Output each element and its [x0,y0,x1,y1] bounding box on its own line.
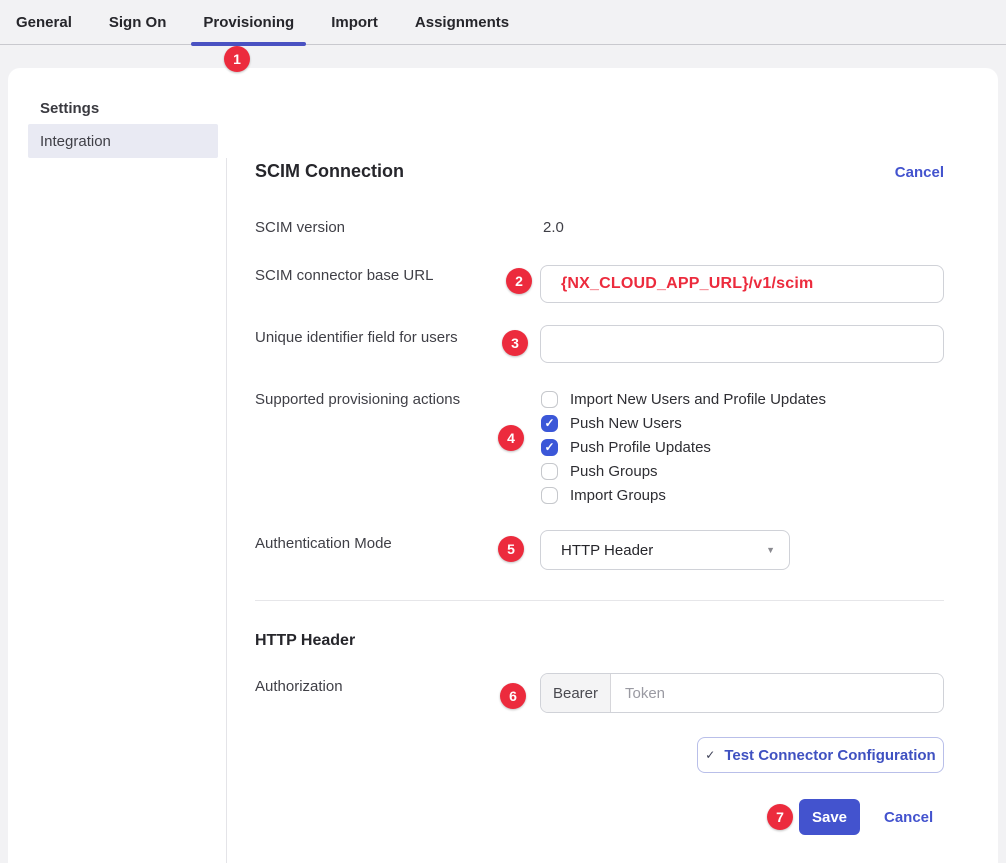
checkbox-label: Push Profile Updates [570,439,711,456]
step-badge-5: 5 [498,536,524,562]
check-icon: ✓ [705,748,715,762]
checkbox-label: Push New Users [570,415,682,432]
unique-id-label: Unique identifier field for users [255,329,458,346]
base-url-label: SCIM connector base URL [255,267,433,284]
action-row: ✓ Import Groups [541,483,666,507]
sidebar-item-integration[interactable]: Integration [28,124,218,158]
section-divider [255,600,944,601]
checkbox-import-groups[interactable]: ✓ [541,487,558,504]
test-connector-button[interactable]: ✓ Test Connector Configuration [697,737,944,773]
step-badge-1: 1 [224,46,250,72]
test-connector-label: Test Connector Configuration [724,747,935,764]
save-button[interactable]: Save [799,799,860,835]
checkbox-label: Import New Users and Profile Updates [570,391,826,408]
action-row: ✓ Push Groups [541,459,658,483]
base-url-value: {NX_CLOUD_APP_URL}/v1/scim [555,275,813,293]
chevron-down-icon: ▼ [766,545,775,555]
base-url-input[interactable]: {NX_CLOUD_APP_URL}/v1/scim [540,265,944,303]
checkbox-push-profile-updates[interactable]: ✓ [541,439,558,456]
authorization-label: Authorization [255,678,343,695]
page: General Sign On Provisioning Import Assi… [0,0,1006,863]
checkbox-label: Push Groups [570,463,658,480]
auth-mode-label: Authentication Mode [255,535,392,552]
page-title: SCIM Connection [255,161,404,182]
step-badge-2: 2 [506,268,532,294]
action-row: ✓ Push Profile Updates [541,435,711,459]
auth-mode-value: HTTP Header [561,542,653,559]
tab-sign-on[interactable]: Sign On [109,0,167,45]
sidebar-section-settings: Settings [40,100,99,117]
step-badge-4: 4 [498,425,524,451]
tab-provisioning[interactable]: Provisioning [203,0,294,45]
check-icon: ✓ [544,417,554,429]
check-icon: ✓ [544,441,554,453]
step-badge-3: 3 [502,330,528,356]
action-row: ✓ Push New Users [541,411,682,435]
checkbox-push-groups[interactable]: ✓ [541,463,558,480]
tab-assignments[interactable]: Assignments [415,0,509,45]
authorization-input-group: Bearer [540,673,944,713]
http-header-title: HTTP Header [255,632,355,650]
tab-import[interactable]: Import [331,0,378,45]
cancel-link-top[interactable]: Cancel [744,164,944,181]
bearer-prefix: Bearer [541,674,611,712]
step-badge-6: 6 [500,683,526,709]
action-row: ✓ Import New Users and Profile Updates [541,387,826,411]
scim-version-label: SCIM version [255,219,345,236]
checkbox-push-new-users[interactable]: ✓ [541,415,558,432]
scim-version-value: 2.0 [543,219,564,236]
actions-label: Supported provisioning actions [255,391,460,408]
checkbox-import-new-users[interactable]: ✓ [541,391,558,408]
step-badge-7: 7 [767,804,793,830]
auth-mode-select[interactable]: HTTP Header ▼ [540,530,790,570]
cancel-link-bottom[interactable]: Cancel [884,809,933,826]
token-input[interactable] [611,674,943,712]
checkbox-label: Import Groups [570,487,666,504]
app-tabbar: General Sign On Provisioning Import Assi… [0,0,1006,45]
sidebar-divider [226,158,227,863]
tab-general[interactable]: General [16,0,72,45]
unique-id-input[interactable] [540,325,944,363]
